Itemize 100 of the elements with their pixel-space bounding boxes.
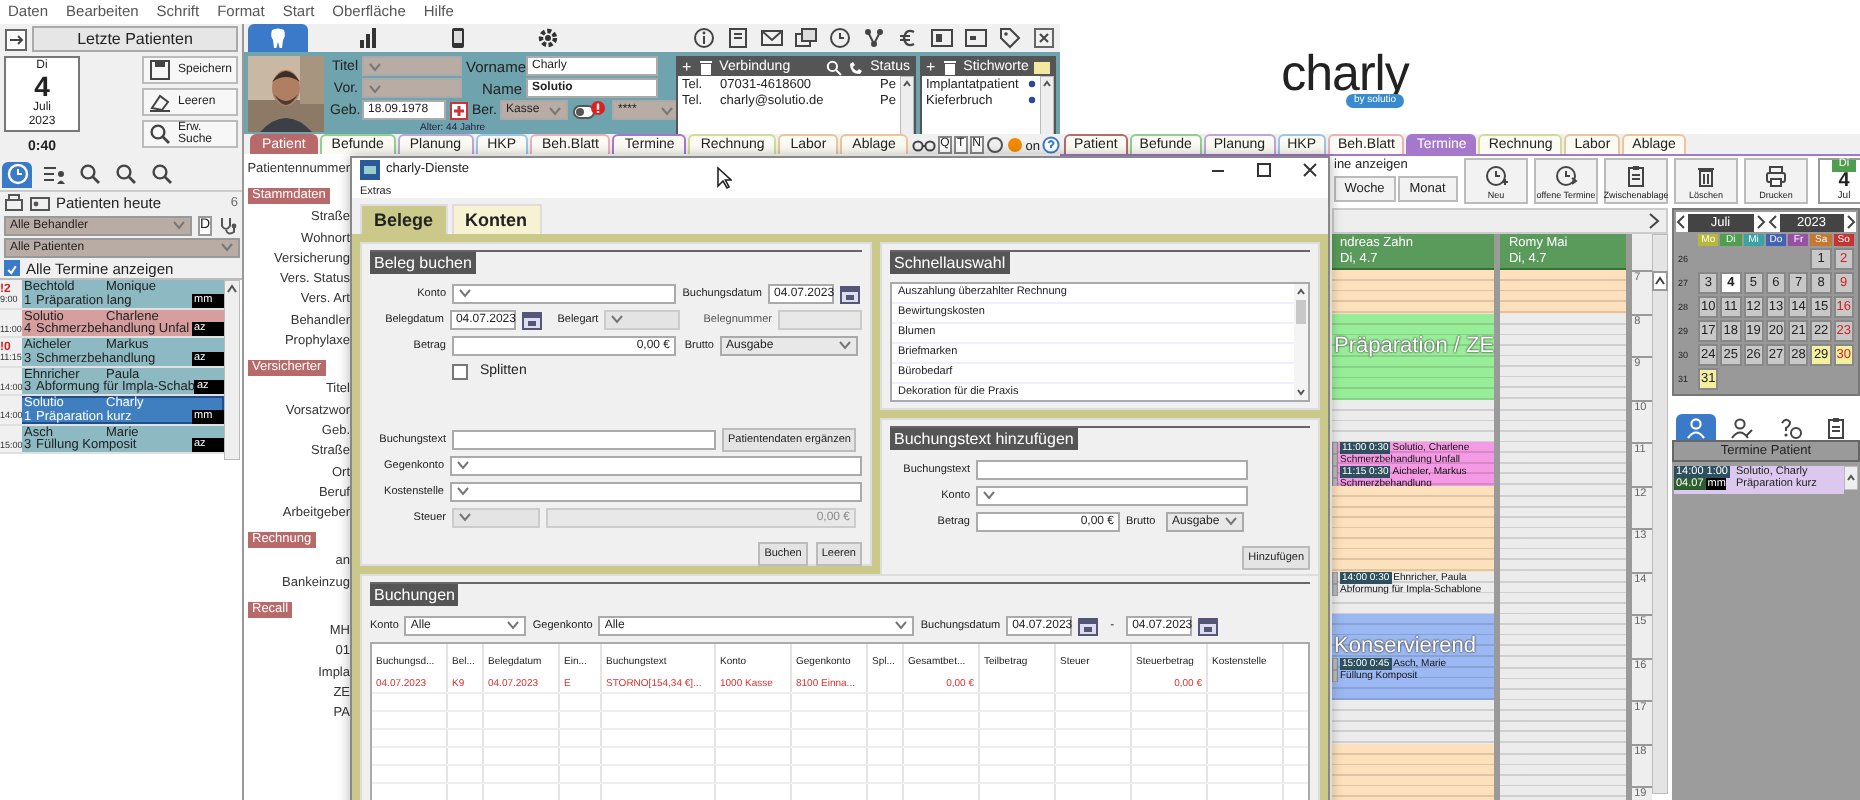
checkbox[interactable] [452,363,468,379]
time-slot-block [1500,485,1627,528]
search-icon [77,162,101,186]
search-icon[interactable] [826,59,843,75]
tab[interactable]: Belege [360,204,448,234]
medical-cross-icon[interactable] [450,101,468,119]
stack-icon[interactable] [794,26,818,50]
clipboard-icon [1824,415,1849,439]
chevron-right-icon[interactable] [1846,214,1856,230]
caret-icon [456,460,470,470]
title-button[interactable]: Letzte Patienten [32,26,238,52]
trash-icon [1694,164,1718,188]
printer-icon [1764,164,1788,188]
clock-plus-icon [1484,164,1508,188]
color-swatch [1034,61,1050,73]
maximize-icon[interactable] [1254,159,1274,179]
trash-icon[interactable] [941,59,958,75]
network-icon[interactable] [862,26,886,50]
checkbox[interactable] [4,260,20,276]
input-field[interactable] [976,459,1248,479]
time-slot-block [1500,442,1627,485]
settings-icon [536,26,560,50]
print-icon[interactable] [4,193,24,213]
close-icon[interactable] [1300,159,1320,179]
caret-icon [458,288,472,298]
caret-icon [610,314,625,324]
screen-icon[interactable] [964,26,988,50]
zone-label: Präparation / ZE [1332,331,1495,357]
card-icon[interactable] [930,26,954,50]
search-icon [113,162,137,186]
tab[interactable]: Konten [451,204,542,234]
time-slot-block [1500,614,1627,657]
calendar-icon[interactable] [840,283,860,303]
caret-icon [506,620,521,630]
search-icon [148,122,172,146]
caret-icon [172,220,186,230]
tab[interactable] [38,161,68,187]
info-icon[interactable] [692,26,716,50]
phone-icon [446,26,470,50]
status-dot-icon [1005,136,1024,154]
time-slot-block [1500,657,1627,700]
bar-chart-icon [356,26,380,50]
chevron-right-icon[interactable] [1755,214,1765,230]
note-icon[interactable] [726,26,750,50]
caret-icon [660,105,674,115]
search-icon [149,162,173,186]
time-slot-block [1500,700,1627,743]
stethoscope-icon[interactable] [218,215,239,235]
time-slot-block [1500,571,1627,614]
scrollbar-drawing [1844,466,1858,490]
time-slot-block [1500,356,1627,399]
caret-icon [838,340,852,350]
section-title: Buchungstext hinzufügen [890,428,1078,450]
time-slot-block [1500,399,1627,442]
id-card-icon[interactable] [30,193,50,213]
tooth-icon [266,26,290,50]
dot-icon [1028,96,1036,104]
caret-icon [456,486,470,496]
section-title: Buchungen [370,584,459,606]
tab[interactable] [146,161,176,187]
calendar-icon[interactable] [521,309,542,329]
exit-icon[interactable] [4,27,28,51]
calendar-icon[interactable] [1078,615,1099,635]
caret-icon [548,105,562,115]
help-icon[interactable] [1042,136,1060,154]
caret-icon [982,490,996,500]
tab[interactable] [74,161,104,187]
question-clock-icon [1777,415,1802,439]
app-icon [360,159,380,179]
chevron-left-icon[interactable] [1676,214,1686,230]
add-button[interactable]: + [682,59,692,75]
calendar-icon[interactable] [1198,615,1219,635]
euro-icon[interactable] [896,26,920,50]
clock-icon[interactable] [828,26,852,50]
chevron-left-icon[interactable] [1767,214,1777,230]
time-slot-block [1500,528,1627,571]
list-person-icon [41,162,65,186]
toggle-alert-icon[interactable] [572,100,608,120]
chevron-right-icon[interactable] [1648,212,1660,230]
caret-icon [894,620,909,630]
circle-icon[interactable] [985,136,1004,154]
mail-icon[interactable] [760,26,784,50]
caret-icon [458,512,472,522]
tag-icon[interactable] [998,26,1022,50]
person-icon [1683,415,1708,439]
glasses-icon[interactable] [911,138,936,154]
close-icon[interactable] [1032,26,1056,50]
person-pencil-icon [1730,415,1755,439]
save-icon [148,58,172,82]
trash-icon[interactable] [697,59,714,75]
input-field[interactable] [452,429,716,449]
caret-icon [220,242,234,252]
caret-icon [1224,516,1238,526]
add-button[interactable]: + [926,59,936,75]
free-time-block [1500,270,1627,313]
tab[interactable] [110,161,140,187]
clock-icon [5,162,29,186]
eraser-icon [148,90,172,114]
phone-icon[interactable] [848,59,865,75]
section-title: Beleg buchen [370,252,476,274]
